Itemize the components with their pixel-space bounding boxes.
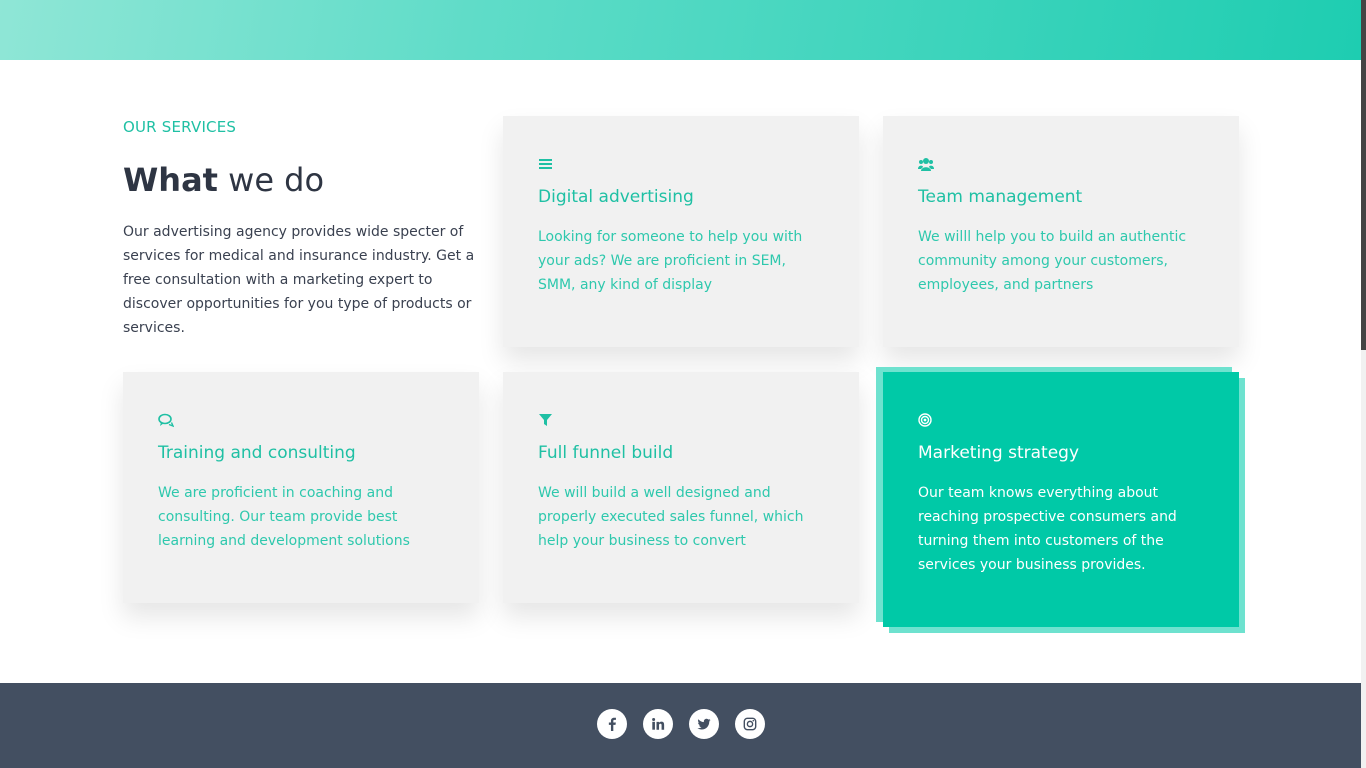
card-title: Marketing strategy — [918, 443, 1080, 463]
card-description: We willl help you to build an authentic … — [918, 229, 1187, 293]
facebook-icon[interactable] — [597, 709, 627, 739]
page-scrollbar[interactable] — [1361, 0, 1366, 768]
card-title: Full funnel build — [538, 443, 674, 463]
card-title: Team management — [918, 187, 1083, 207]
service-card-marketing-strategy[interactable]: Marketing strategy Our team knows everyt… — [883, 372, 1239, 627]
heading-bold: What — [123, 161, 218, 199]
linkedin-icon[interactable] — [643, 709, 673, 739]
twitter-icon[interactable] — [689, 709, 719, 739]
scrollbar-thumb[interactable] — [1361, 0, 1366, 350]
heading-rest: we do — [217, 161, 325, 199]
chat-bubbles-icon — [158, 412, 174, 428]
target-icon — [918, 412, 934, 428]
card-description: We will build a well designed and proper… — [538, 485, 804, 549]
section-eyebrow: OUR SERVICES — [123, 118, 237, 136]
service-card-digital-advertising[interactable]: Digital advertising Looking for someone … — [503, 116, 859, 347]
card-title: Training and consulting — [158, 443, 356, 463]
top-banner — [0, 0, 1361, 60]
card-description: We are proficient in coaching and consul… — [158, 485, 410, 549]
social-links — [597, 709, 765, 739]
service-card-team-management[interactable]: Team management We willl help you to bui… — [883, 116, 1239, 347]
section-heading: What we do — [123, 160, 479, 200]
service-card-training-consulting[interactable]: Training and consulting We are proficien… — [123, 372, 479, 603]
card-title: Digital advertising — [538, 187, 694, 207]
funnel-icon — [538, 412, 554, 428]
users-icon — [918, 156, 934, 172]
card-description: Our team knows everything about reaching… — [918, 485, 1177, 573]
card-description: Looking for someone to help you with you… — [538, 229, 803, 293]
menu-icon — [538, 156, 554, 172]
section-intro-text: Our advertising agency provides wide spe… — [123, 224, 475, 336]
instagram-icon[interactable] — [735, 709, 765, 739]
service-card-full-funnel[interactable]: Full funnel build We will build a well d… — [503, 372, 859, 603]
services-intro: OUR SERVICES What we do Our advertising … — [123, 116, 479, 340]
site-footer — [0, 683, 1361, 768]
